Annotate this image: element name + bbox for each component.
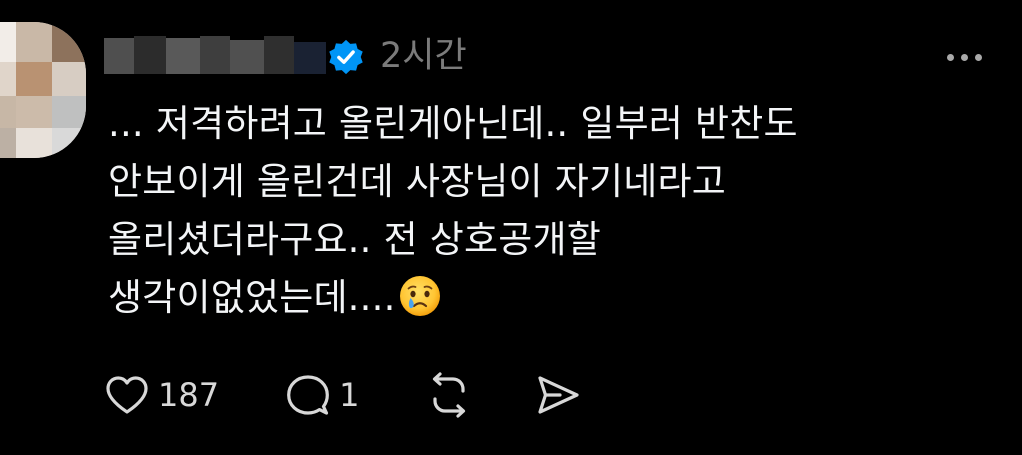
avatar-pixel (52, 22, 86, 62)
avatar-pixel (52, 128, 86, 158)
avatar-pixel (0, 62, 16, 96)
verified-badge-icon (327, 38, 365, 76)
more-options-icon[interactable] (940, 44, 988, 70)
username-pixel (104, 38, 134, 74)
username-pixel (264, 36, 294, 74)
username-pixel (200, 36, 230, 74)
post-text-line: 생각이없었는데.... (108, 276, 396, 319)
like-button[interactable]: 187 (104, 374, 219, 416)
avatar-pixel (0, 96, 16, 128)
post-text-line: ... 저격하려고 올린게아닌데.. 일부러 반찬도 (108, 102, 798, 145)
avatar-pixel (16, 22, 52, 62)
avatar-pixel (0, 22, 16, 62)
username-censored[interactable] (104, 32, 326, 78)
more-dot (946, 53, 954, 61)
post-body: ... 저격하려고 올린게아닌데.. 일부러 반찬도 안보이게 올린건데 사장님… (108, 95, 988, 327)
repost-button[interactable] (425, 372, 473, 418)
send-icon (538, 376, 580, 414)
like-count: 187 (158, 376, 220, 414)
avatar-pixel (16, 128, 52, 158)
heart-icon (106, 376, 148, 414)
avatar-pixel (52, 62, 86, 96)
post-actions: 187 1 (104, 371, 581, 419)
more-dot (974, 53, 982, 61)
repost-icon (433, 372, 466, 418)
post-timestamp: 2시간 (380, 36, 467, 76)
post-text-line: 안보이게 올린건데 사장님이 자기네라고 (108, 160, 726, 203)
reply-count: 1 (339, 376, 360, 414)
more-dot (960, 53, 968, 61)
reply-button[interactable]: 1 (285, 373, 359, 417)
post-text-last-line: 생각이없었는데.... (108, 269, 988, 327)
avatar-pixel (52, 96, 86, 128)
share-button[interactable] (535, 373, 581, 417)
crying-face-emoji (398, 274, 442, 318)
avatar-pixel (16, 96, 52, 128)
username-pixel (294, 42, 326, 74)
comment-bubble-icon (287, 375, 329, 415)
username-pixel (166, 38, 200, 74)
avatar[interactable] (0, 22, 86, 158)
post-text-line: 올리셨더라구요.. 전 상호공개할 (108, 218, 601, 261)
username-pixel (134, 36, 166, 74)
avatar-pixel (16, 62, 52, 96)
username-pixel (230, 40, 264, 74)
avatar-pixel (0, 128, 16, 158)
